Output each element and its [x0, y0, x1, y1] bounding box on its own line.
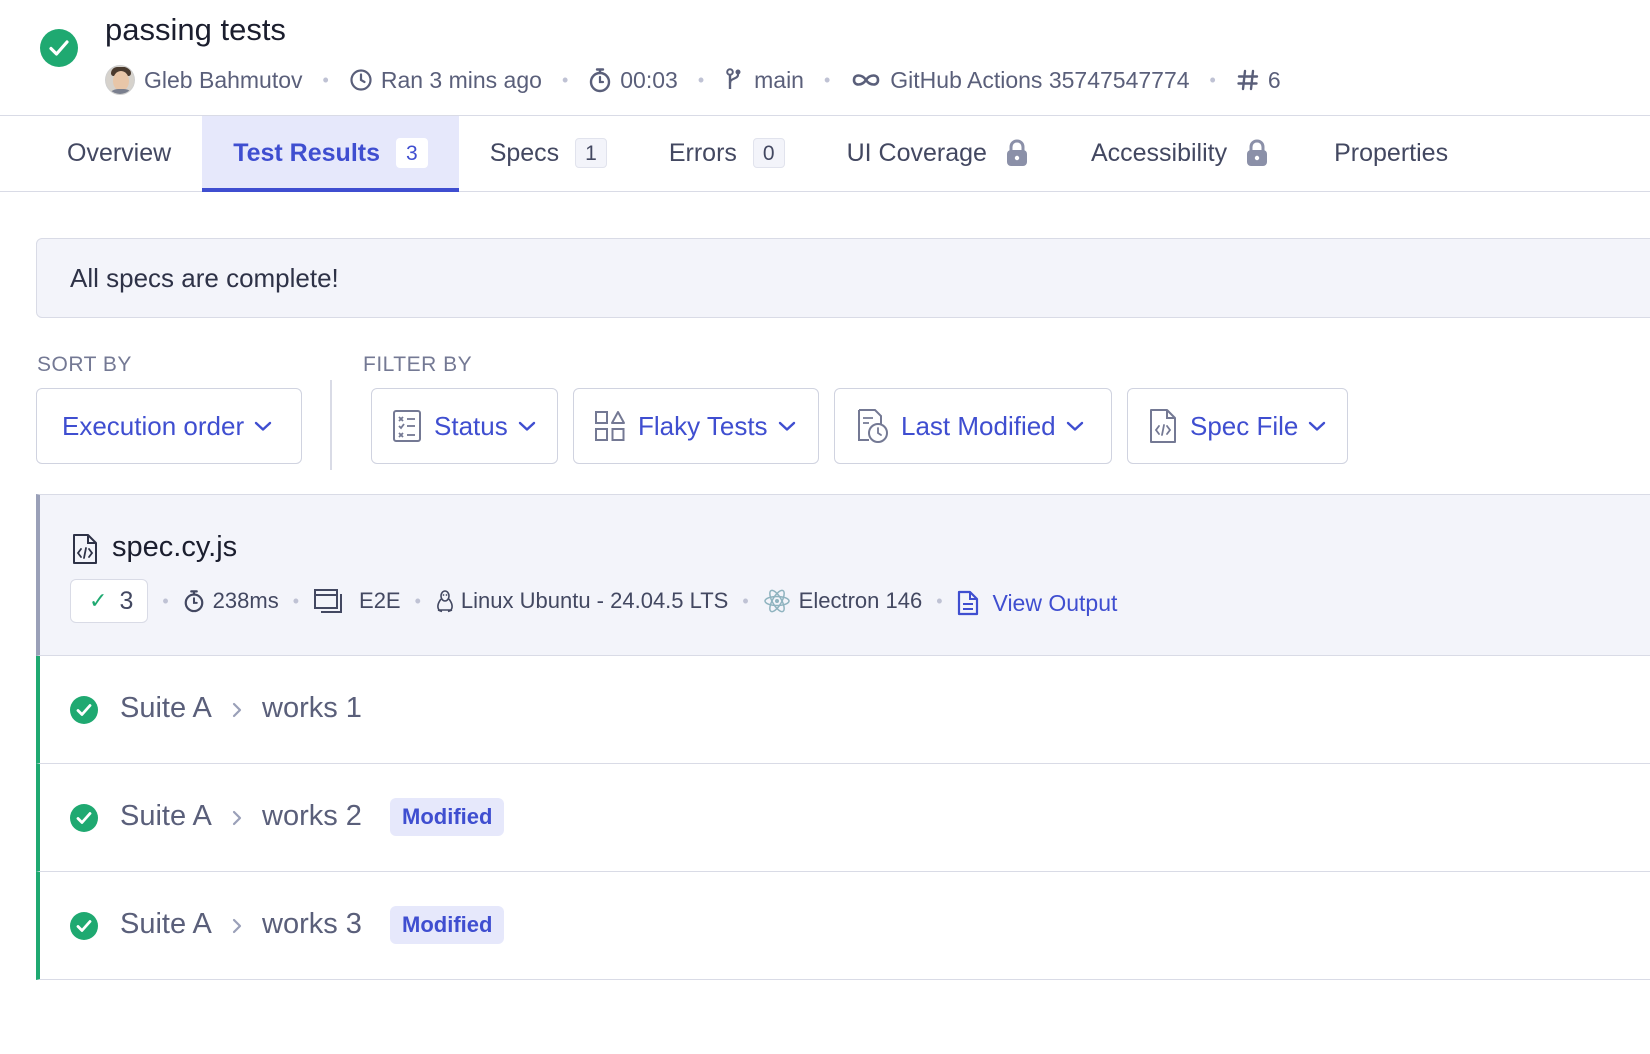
spec-os: Linux Ubuntu - 24.04.5 LTS	[435, 588, 728, 614]
test-row[interactable]: Suite A works 3 Modified	[36, 872, 1650, 980]
check-icon: ✓	[89, 588, 108, 613]
run-title: passing tests	[105, 12, 286, 47]
passed-count-chip: ✓ 3	[70, 579, 149, 623]
chevron-down-icon	[254, 421, 272, 431]
hash-icon	[1237, 69, 1259, 91]
lock-icon	[1247, 139, 1268, 166]
tab-count: 0	[752, 138, 785, 168]
test-name: works 3	[262, 908, 362, 940]
linux-icon	[437, 590, 453, 613]
git-branch-icon	[726, 68, 741, 89]
spec-testing-type: E2E	[313, 588, 401, 614]
run-branch[interactable]: main	[724, 67, 804, 94]
document-icon	[957, 590, 978, 616]
passed-icon	[70, 804, 98, 832]
run-author[interactable]: Gleb Bahmutov	[105, 65, 303, 95]
tab-accessibility[interactable]: Accessibility	[1060, 116, 1300, 190]
author-name: Gleb Bahmutov	[144, 66, 303, 93]
sort-filter-divider	[330, 380, 332, 470]
avatar	[105, 65, 135, 95]
spec-duration: 238ms	[183, 588, 279, 614]
run-header: passing tests Gleb Bahmutov • Ran 3 mins…	[0, 0, 1650, 116]
chevron-right-icon	[232, 702, 242, 718]
spec-browser: Electron 146	[763, 587, 922, 615]
modified-badge: Modified	[390, 798, 505, 836]
tab-count: 3	[396, 138, 428, 168]
test-suite-name: Suite A	[120, 692, 212, 724]
flaky-tests-filter[interactable]: Flaky Tests	[573, 388, 819, 464]
tab-count: 1	[575, 138, 607, 168]
shapes-icon	[595, 411, 625, 441]
chevron-down-icon	[1066, 421, 1083, 431]
run-duration: 00:03	[588, 67, 678, 94]
spec-meta: ✓ 3 • 238ms • E2E • Linux Ubuntu - 24.04…	[70, 579, 1117, 623]
status-list-icon	[393, 410, 421, 442]
stopwatch-icon	[590, 68, 611, 93]
chevron-down-icon	[518, 421, 535, 431]
file-clock-icon	[858, 409, 888, 443]
passed-icon	[70, 696, 98, 724]
clock-icon	[350, 69, 372, 91]
last-modified-filter[interactable]: Last Modified	[834, 388, 1112, 464]
passed-icon	[70, 912, 98, 940]
test-name: works 1	[262, 692, 362, 724]
infinity-icon	[852, 74, 880, 86]
tab-properties[interactable]: Properties	[1300, 116, 1479, 190]
run-meta: Gleb Bahmutov • Ran 3 mins ago • 00:03 •…	[105, 62, 1281, 98]
electron-icon	[763, 589, 790, 613]
lock-icon	[1006, 139, 1027, 166]
tab-test-results[interactable]: Test Results 3	[202, 116, 459, 192]
tab-errors[interactable]: Errors 0	[638, 116, 816, 190]
run-ci[interactable]: GitHub Actions 35747547774	[850, 67, 1190, 94]
test-suite-name: Suite A	[120, 800, 212, 832]
test-row[interactable]: Suite A works 1	[36, 656, 1650, 764]
test-suite-name: Suite A	[120, 908, 212, 940]
code-file-icon	[73, 534, 97, 564]
filter-by-label: FILTER BY	[363, 353, 473, 376]
spec-group-header[interactable]: spec.cy.js ✓ 3 • 238ms • E2E • Linux Ubu…	[36, 494, 1650, 656]
run-time: Ran 3 mins ago	[349, 67, 542, 94]
chevron-right-icon	[232, 810, 242, 826]
tab-overview[interactable]: Overview	[0, 116, 202, 190]
passed-status-icon	[40, 29, 78, 67]
run-number: 6	[1236, 67, 1281, 94]
test-name: works 2	[262, 800, 362, 832]
spec-name[interactable]: spec.cy.js	[112, 531, 237, 564]
sort-by-label: SORT BY	[37, 353, 132, 376]
completion-banner: All specs are complete!	[36, 238, 1650, 318]
sort-select[interactable]: Execution order	[36, 388, 302, 464]
tab-ui-coverage[interactable]: UI Coverage	[816, 116, 1060, 190]
run-tabs: Overview Test Results 3 Specs 1 Errors 0…	[0, 116, 1650, 192]
test-row[interactable]: Suite A works 2 Modified	[36, 764, 1650, 872]
modified-badge: Modified	[390, 906, 505, 944]
code-file-icon	[1150, 409, 1176, 443]
spec-file-filter[interactable]: Spec File	[1127, 388, 1348, 464]
view-output-link[interactable]: View Output	[957, 590, 1117, 617]
chevron-right-icon	[232, 918, 242, 934]
browser-window-icon	[314, 589, 343, 613]
tab-specs[interactable]: Specs 1	[459, 116, 638, 190]
banner-text: All specs are complete!	[70, 263, 339, 293]
stopwatch-icon	[184, 590, 204, 613]
chevron-down-icon	[1309, 421, 1326, 431]
chevron-down-icon	[778, 421, 795, 431]
status-filter[interactable]: Status	[371, 388, 558, 464]
